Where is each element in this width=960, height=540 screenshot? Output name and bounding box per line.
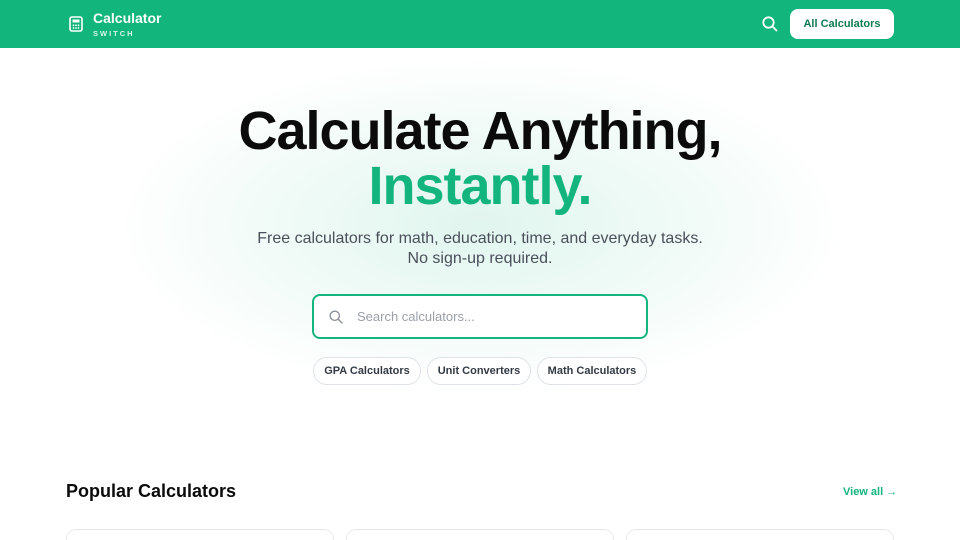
brand-name: Calculator <box>93 10 162 26</box>
brand-subtitle: SWITCH <box>93 29 135 38</box>
popular-title: Popular Calculators <box>66 481 237 501</box>
hero-title-line2: Instantly. <box>368 156 592 216</box>
hero-title-line1: Calculate Anything, <box>238 101 722 161</box>
search-input[interactable] <box>357 309 637 324</box>
all-calculators-button[interactable]: All Calculators <box>790 9 894 39</box>
calculator-card[interactable] <box>626 529 894 540</box>
chip-math-calculators[interactable]: Math Calculators <box>537 357 647 385</box>
top-navbar: Calculator SWITCH All Calculators <box>0 0 960 48</box>
hero-subtitle-line2: No sign-up required. <box>407 250 553 267</box>
search-box[interactable] <box>312 294 648 339</box>
calculator-icon <box>69 16 83 32</box>
search-icon[interactable] <box>760 14 780 34</box>
calculator-card[interactable] <box>346 529 614 540</box>
calculator-card[interactable] <box>66 529 334 540</box>
chip-unit-converters[interactable]: Unit Converters <box>427 357 531 385</box>
search-icon <box>329 310 343 324</box>
view-all-link[interactable]: View all → <box>843 486 897 498</box>
hero-subtitle-line1: Free calculators for math, education, ti… <box>257 230 703 247</box>
chip-gpa-calculators[interactable]: GPA Calculators <box>313 357 421 385</box>
brand-logo[interactable]: Calculator SWITCH <box>68 10 161 39</box>
